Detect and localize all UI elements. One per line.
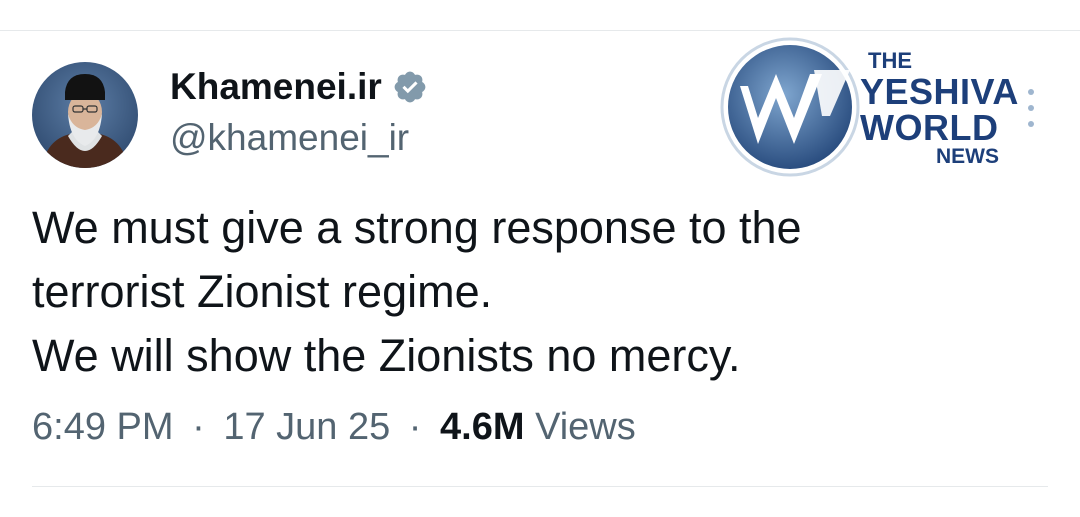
display-name-text: Khamenei.ir (170, 66, 382, 107)
tweet-text-line: We must give a strong response to the (32, 202, 802, 253)
avatar[interactable] (32, 62, 138, 168)
tweet-text-line: We will show the Zionists no mercy. (32, 330, 741, 381)
watermark-text: NEWS (936, 145, 999, 168)
tweet-text: We must give a strong response to the te… (32, 196, 992, 388)
tweet-meta: 6:49 PM · 17 Jun 25 · 4.6M Views (32, 406, 636, 449)
top-divider (0, 30, 1080, 31)
bottom-divider (32, 486, 1048, 487)
watermark-dots (1028, 89, 1034, 127)
meta-separator: · (408, 406, 422, 448)
watermark-text: YESHIVA (860, 71, 1019, 112)
tweet-date[interactable]: 17 Jun 25 (223, 406, 390, 448)
views-count[interactable]: 4.6M (440, 406, 524, 448)
user-handle[interactable]: @khamenei_ir (170, 117, 409, 159)
tweet-time[interactable]: 6:49 PM (32, 406, 174, 448)
watermark-logo: THE YESHIVA WORLD NEWS (718, 36, 1038, 178)
tweet-text-line: terrorist Zionist regime. (32, 266, 493, 317)
verified-badge-icon (392, 69, 428, 105)
meta-separator: · (192, 406, 205, 448)
display-name[interactable]: Khamenei.ir (170, 66, 428, 108)
watermark-text: WORLD (860, 107, 999, 148)
watermark-text: THE (868, 48, 912, 73)
views-label[interactable]: Views (535, 406, 636, 448)
